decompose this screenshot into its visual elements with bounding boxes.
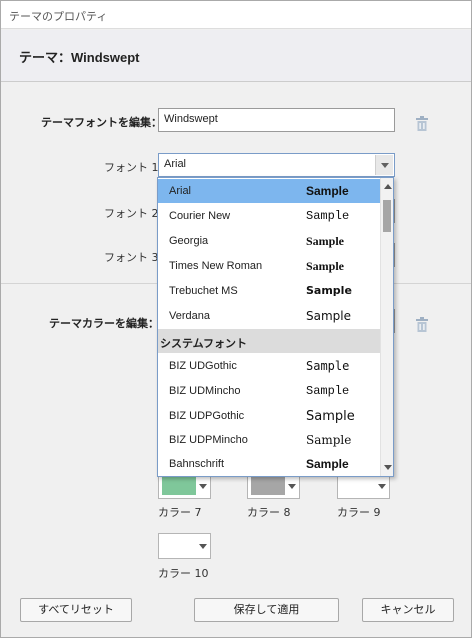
dropdown-item-times-new-roman[interactable]: Times New Roman Sample bbox=[158, 254, 380, 278]
scroll-down-icon[interactable] bbox=[384, 465, 392, 470]
reset-all-button[interactable]: すべてリセット bbox=[20, 598, 132, 622]
font-1-value: Arial bbox=[164, 158, 187, 170]
color-10-label: カラー 10 bbox=[158, 567, 209, 580]
scroll-up-icon[interactable] bbox=[384, 184, 392, 189]
theme-font-name-input[interactable]: Windswept bbox=[158, 108, 395, 132]
font-sample: Sample bbox=[306, 284, 352, 297]
font-name: Courier New bbox=[169, 210, 231, 222]
font-name: BIZ UDMincho bbox=[169, 385, 241, 397]
group-heading: システムフォント bbox=[160, 337, 248, 350]
edit-theme-color-label: テーマカラーを編集： bbox=[49, 317, 159, 330]
scrollbar-thumb[interactable] bbox=[383, 200, 391, 232]
dropdown-item-biz-udpmincho[interactable]: BIZ UDPMincho Sample bbox=[158, 428, 380, 452]
font-name: Verdana bbox=[169, 310, 210, 322]
dropdown-item-georgia[interactable]: Georgia Sample bbox=[158, 229, 380, 253]
chevron-down-icon bbox=[199, 544, 207, 549]
dropdown-scrollbar[interactable] bbox=[380, 178, 393, 476]
dropdown-item-verdana[interactable]: Verdana Sample bbox=[158, 304, 380, 328]
dialog-header: テーマ：Windswept bbox=[1, 30, 471, 82]
trash-icon[interactable] bbox=[415, 317, 429, 333]
font-sample: Sample bbox=[306, 209, 350, 223]
font-dropdown-list: Arial Sample Courier New Sample Georgia … bbox=[157, 177, 394, 477]
save-apply-button[interactable]: 保存して適用 bbox=[194, 598, 339, 622]
dropdown-item-biz-udmincho[interactable]: BIZ UDMincho Sample bbox=[158, 379, 380, 403]
trash-icon[interactable] bbox=[415, 116, 429, 132]
font-1-select[interactable]: Arial bbox=[158, 153, 395, 177]
font-name: BIZ UDPMincho bbox=[169, 434, 248, 446]
font-name: Trebuchet MS bbox=[169, 285, 238, 297]
dropdown-item-arial[interactable]: Arial Sample bbox=[158, 179, 380, 203]
chevron-down-icon bbox=[378, 484, 386, 489]
font-name: Arial bbox=[169, 185, 192, 197]
color-10-fill bbox=[162, 537, 196, 555]
dropdown-item-trebuchet-ms[interactable]: Trebuchet MS Sample bbox=[158, 279, 380, 303]
theme-title: テーマ：Windswept bbox=[19, 50, 140, 65]
font-name: BIZ UDPGothic bbox=[169, 410, 245, 422]
color-7-fill bbox=[162, 477, 196, 495]
dropdown-group-system-fonts: システムフォント bbox=[158, 329, 380, 353]
window-titlebar: テーマのプロパティ bbox=[1, 1, 471, 29]
font-sample: Sample bbox=[306, 384, 350, 398]
edit-theme-font-label: テーマフォントを編集： bbox=[41, 116, 162, 129]
font-name: Georgia bbox=[169, 235, 209, 247]
font-sample: Sample bbox=[306, 457, 349, 471]
font-name: BIZ UDGothic bbox=[169, 360, 237, 372]
theme-properties-dialog: テーマのプロパティ テーマ：Windswept テーマフォントを編集： Wind… bbox=[0, 0, 472, 638]
window-title: テーマのプロパティ bbox=[9, 10, 108, 23]
font-sample: Sample bbox=[306, 309, 351, 323]
color-7-label: カラー 7 bbox=[158, 506, 202, 519]
font-3-label: フォント 3 bbox=[104, 251, 159, 264]
font-name: Times New Roman bbox=[169, 260, 263, 272]
color-9-fill bbox=[341, 477, 375, 495]
chevron-down-icon bbox=[199, 484, 207, 489]
color-9-label: カラー 9 bbox=[337, 506, 381, 519]
dropdown-item-biz-udpgothic[interactable]: BIZ UDPGothic Sample bbox=[158, 404, 380, 428]
font-sample: Sample bbox=[306, 184, 349, 198]
font-name: Bahnschrift bbox=[169, 458, 225, 470]
color-8-label: カラー 8 bbox=[247, 506, 291, 519]
font-sample: Sample bbox=[306, 259, 345, 273]
dropdown-item-courier-new[interactable]: Courier New Sample bbox=[158, 204, 380, 228]
color-8-fill bbox=[251, 477, 285, 495]
dropdown-item-bahnschrift[interactable]: Bahnschrift Sample bbox=[158, 452, 380, 476]
dropdown-item-biz-udgothic[interactable]: BIZ UDGothic Sample bbox=[158, 354, 380, 378]
font-sample: Sample bbox=[306, 234, 345, 248]
font-sample: Sample bbox=[306, 433, 352, 447]
chevron-down-icon bbox=[288, 484, 296, 489]
chevron-down-icon[interactable] bbox=[375, 155, 393, 175]
font-sample: Sample bbox=[306, 359, 350, 373]
font-2-label: フォント 2 bbox=[104, 207, 159, 220]
font-sample: Sample bbox=[306, 409, 355, 424]
font-1-label: フォント 1 bbox=[104, 161, 159, 174]
color-10-swatch[interactable] bbox=[158, 533, 211, 559]
cancel-button[interactable]: キャンセル bbox=[362, 598, 454, 622]
